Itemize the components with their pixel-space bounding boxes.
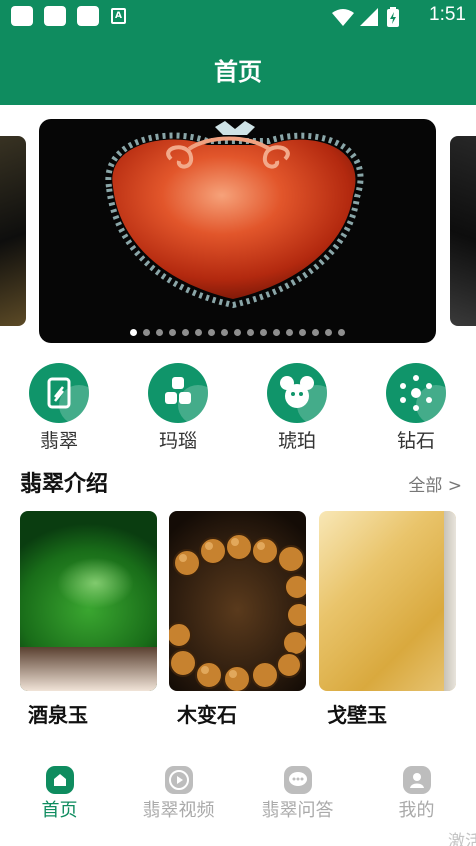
app-notification-icon <box>11 6 33 26</box>
a-notification-icon: A <box>111 8 126 24</box>
signal-icon <box>360 8 378 26</box>
status-bar: A 1:51 <box>0 0 476 34</box>
carousel-dot[interactable] <box>156 329 163 336</box>
carousel-dot[interactable] <box>234 329 241 336</box>
home-icon <box>46 766 74 794</box>
carousel-dot[interactable] <box>182 329 189 336</box>
diamond-icon <box>386 363 446 423</box>
banner-next-slide[interactable] <box>450 136 476 326</box>
carousel-dot[interactable] <box>247 329 254 336</box>
nav-video[interactable]: 翡翠视频 <box>119 756 238 826</box>
category-amber[interactable]: 琥珀 <box>252 363 342 452</box>
video-icon <box>165 766 193 794</box>
nav-profile[interactable]: 我的 <box>357 756 476 826</box>
category-jade[interactable]: 翡翠 <box>14 363 104 452</box>
stone-name: 木变石 <box>177 703 237 727</box>
banner-carousel[interactable] <box>39 119 436 343</box>
carousel-dot[interactable] <box>195 329 202 336</box>
nav-home[interactable]: 首页 <box>0 756 119 826</box>
category-label: 钻石 <box>396 430 435 452</box>
stone-card[interactable]: 木变石 <box>169 511 306 727</box>
home-screen: A 1:51 首页 翡翠 玛瑙 琥珀 钻石 翡翠介绍 全部 > 酒泉玉 木变石 … <box>0 0 476 846</box>
user-icon <box>403 766 431 794</box>
carousel-dot[interactable] <box>260 329 267 336</box>
view-all-link[interactable]: 全部 > <box>408 471 462 496</box>
stone-card[interactable]: 酒泉玉 <box>20 511 157 727</box>
carousel-dot[interactable] <box>286 329 293 336</box>
carousel-dot[interactable] <box>169 329 176 336</box>
stone-name: 戈壁玉 <box>327 703 387 727</box>
app-notification-icon <box>44 6 66 26</box>
nav-label: 我的 <box>398 800 435 821</box>
carousel-dot[interactable] <box>338 329 345 336</box>
nav-label: 翡翠问答 <box>261 800 334 821</box>
nav-label: 首页 <box>41 800 78 821</box>
carousel-dot[interactable] <box>299 329 306 336</box>
app-notification-icon <box>77 6 99 26</box>
chat-icon <box>284 766 312 794</box>
carousel-dot[interactable] <box>208 329 215 336</box>
category-label: 翡翠 <box>39 430 78 452</box>
banner-image <box>105 121 364 309</box>
category-label: 琥珀 <box>277 430 316 452</box>
wifi-icon <box>332 9 354 26</box>
system-status-icons <box>332 7 399 27</box>
category-diamond[interactable]: 钻石 <box>371 363 461 452</box>
carousel-dot[interactable] <box>143 329 150 336</box>
category-label: 玛瑙 <box>158 430 197 452</box>
carousel-dots <box>39 329 436 336</box>
battery-icon <box>387 7 399 27</box>
stone-card[interactable]: 戈壁玉 <box>319 511 456 727</box>
status-time: 1:51 <box>429 4 466 25</box>
carousel-dot[interactable] <box>273 329 280 336</box>
carousel-dot[interactable] <box>130 329 137 336</box>
page-title: 首页 <box>214 58 262 86</box>
nav-label: 翡翠视频 <box>142 800 215 821</box>
bottom-navigation: 首页 翡翠视频 翡翠问答 我的 <box>0 756 476 826</box>
section-title: 翡翠介绍 <box>20 472 109 497</box>
stone-image <box>20 511 157 691</box>
carousel-dot[interactable] <box>312 329 319 336</box>
jade-icon <box>29 363 89 423</box>
carousel-dot[interactable] <box>221 329 228 336</box>
stone-image <box>319 511 456 691</box>
banner-prev-slide[interactable] <box>0 136 26 326</box>
app-header: A 1:51 首页 <box>0 0 476 105</box>
category-agate[interactable]: 玛瑙 <box>133 363 223 452</box>
stone-image <box>169 511 306 691</box>
nav-qa[interactable]: 翡翠问答 <box>238 756 357 826</box>
amber-icon <box>267 363 327 423</box>
stone-name: 酒泉玉 <box>28 703 88 727</box>
carousel-dot[interactable] <box>325 329 332 336</box>
activation-watermark: 激活 <box>448 832 476 846</box>
agate-icon <box>148 363 208 423</box>
